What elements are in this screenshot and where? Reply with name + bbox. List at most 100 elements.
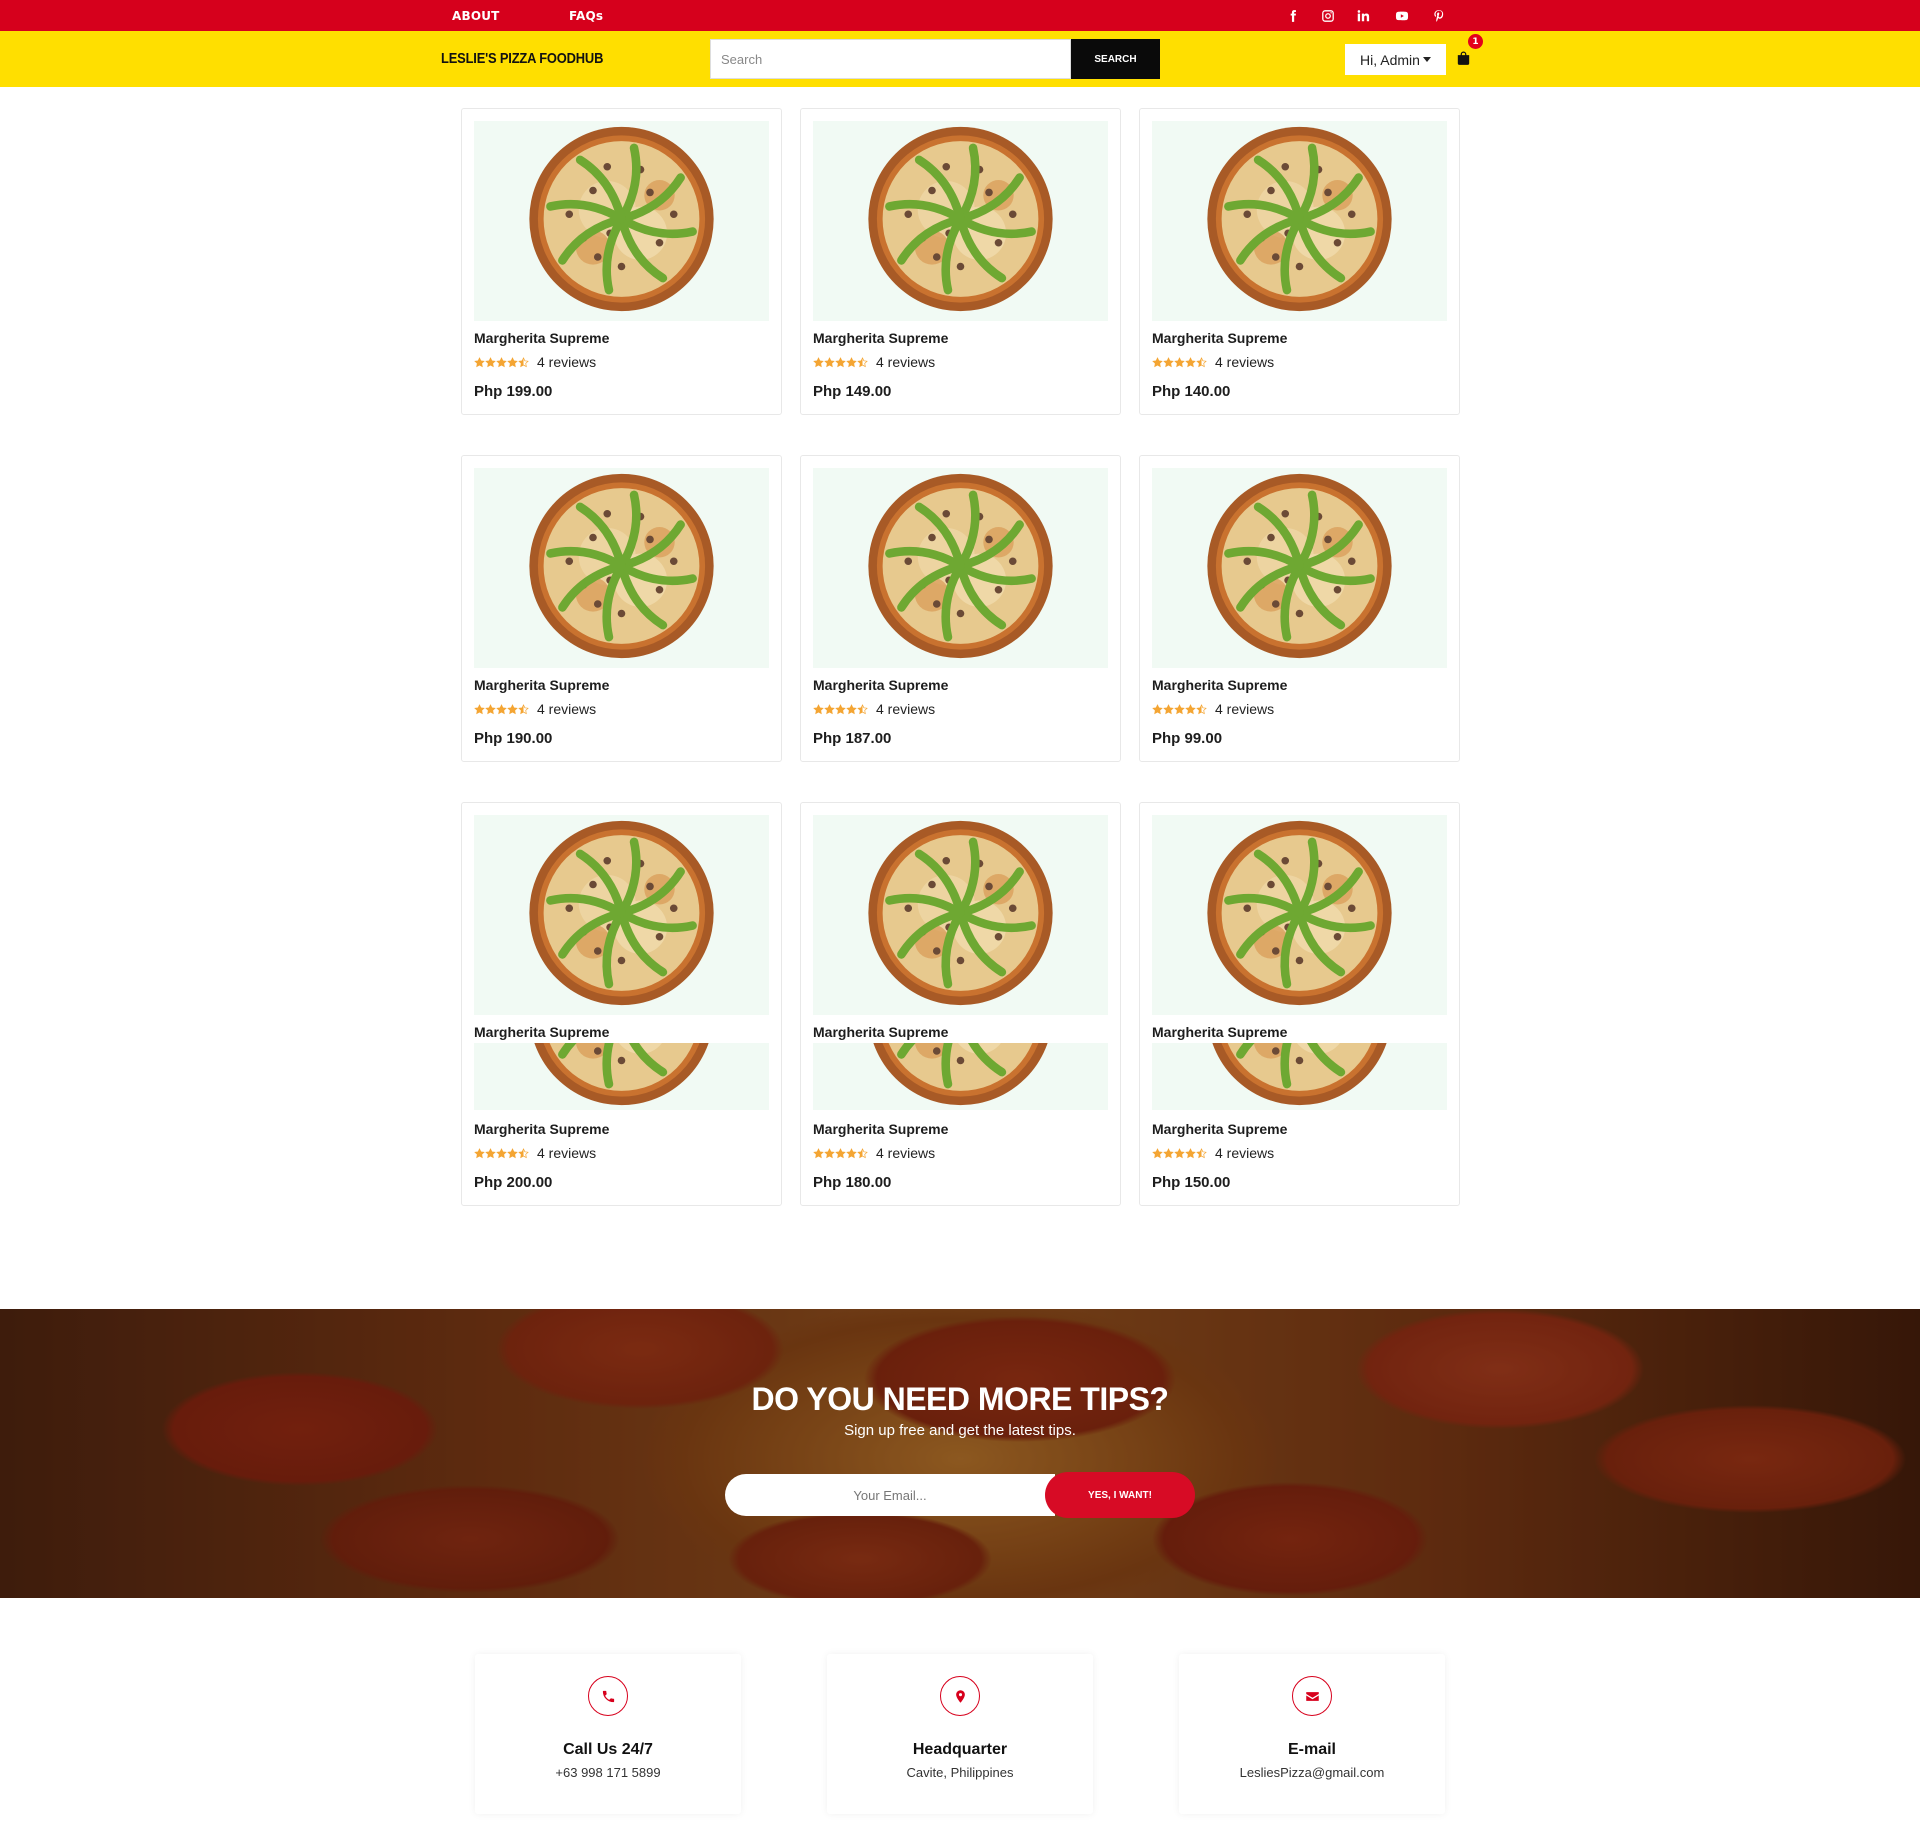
nav-about-link[interactable]: ABOUT bbox=[452, 9, 500, 23]
instagram-icon[interactable] bbox=[1319, 7, 1337, 25]
map-pin-icon bbox=[940, 1676, 980, 1716]
product-name[interactable]: Margherita Supreme bbox=[1152, 330, 1287, 346]
star-icon bbox=[1163, 703, 1174, 714]
contact-card-location: Headquarter Cavite, Philippines bbox=[827, 1654, 1093, 1814]
star-icon bbox=[857, 1147, 868, 1158]
product-image[interactable] bbox=[1152, 468, 1447, 668]
pizza-image bbox=[868, 820, 1053, 1006]
shopping-bag-icon[interactable] bbox=[1457, 50, 1473, 66]
star-icon bbox=[824, 703, 835, 714]
product-image[interactable] bbox=[813, 815, 1108, 1015]
product-image[interactable] bbox=[813, 121, 1108, 321]
product-name[interactable]: Margherita Supreme bbox=[474, 330, 609, 346]
product-name[interactable]: Margherita Supreme bbox=[813, 330, 948, 346]
linkedin-icon[interactable] bbox=[1354, 7, 1372, 25]
review-count: 4 reviews bbox=[537, 354, 597, 370]
rating-stars bbox=[474, 1147, 529, 1159]
cart-count-badge: 1 bbox=[1468, 34, 1483, 49]
nav-faqs-link[interactable]: FAQs bbox=[569, 9, 603, 23]
star-icon bbox=[813, 1147, 824, 1158]
product-card[interactable]: Margherita Supreme Margherita Supreme 4 … bbox=[800, 802, 1121, 1206]
newsletter-email-input[interactable] bbox=[725, 1474, 1055, 1516]
newsletter-submit-button[interactable]: YES, I WANT! bbox=[1045, 1472, 1195, 1518]
contact-title: Call Us 24/7 bbox=[563, 1741, 653, 1758]
search-button[interactable]: SEARCH bbox=[1071, 39, 1160, 79]
facebook-icon[interactable] bbox=[1284, 7, 1302, 25]
pizza-image bbox=[868, 473, 1053, 659]
product-name[interactable]: Margherita Supreme bbox=[1152, 677, 1287, 693]
product-name[interactable]: Margherita Supreme bbox=[474, 677, 609, 693]
product-image[interactable] bbox=[813, 468, 1108, 668]
main-header: LESLIE'S PIZZA FOODHUB SEARCH Hi, Admin … bbox=[0, 31, 1920, 87]
star-icon bbox=[1185, 1147, 1196, 1158]
rating-stars bbox=[1152, 1147, 1207, 1159]
product-price: Php 149.00 bbox=[813, 383, 892, 400]
product-image-strip bbox=[813, 1043, 1108, 1110]
product-price: Php 180.00 bbox=[813, 1174, 892, 1191]
pizza-image bbox=[1207, 126, 1392, 312]
pizza-image bbox=[1207, 820, 1392, 1006]
product-image[interactable] bbox=[1152, 121, 1447, 321]
pizza-image bbox=[873, 1043, 1048, 1106]
contact-title: E-mail bbox=[1287, 1741, 1336, 1758]
product-image[interactable] bbox=[474, 121, 769, 321]
product-name[interactable]: Margherita Supreme bbox=[474, 1024, 609, 1040]
product-rating: 4 reviews bbox=[474, 354, 596, 370]
top-bar: ABOUT FAQs bbox=[0, 0, 1920, 31]
pizza-image bbox=[1212, 1043, 1387, 1106]
product-card[interactable]: Margherita Supreme 4 reviews Php 99.00 bbox=[1139, 455, 1460, 762]
pinterest-icon[interactable] bbox=[1430, 7, 1448, 25]
product-card[interactable]: Margherita Supreme Margherita Supreme 4 … bbox=[461, 802, 782, 1206]
star-icon bbox=[1163, 1147, 1174, 1158]
product-card[interactable]: Margherita Supreme 4 reviews Php 190.00 bbox=[461, 455, 782, 762]
product-name[interactable]: Margherita Supreme bbox=[474, 1121, 609, 1137]
rating-stars bbox=[474, 703, 529, 715]
caret-down-icon bbox=[1422, 57, 1431, 62]
product-image[interactable] bbox=[1152, 815, 1447, 1015]
product-card[interactable]: Margherita Supreme 4 reviews Php 149.00 bbox=[800, 108, 1121, 415]
product-image[interactable] bbox=[474, 815, 769, 1015]
contact-title: Headquarter bbox=[912, 1741, 1008, 1758]
product-image[interactable] bbox=[474, 468, 769, 668]
star-icon bbox=[857, 703, 868, 714]
star-icon bbox=[474, 356, 485, 367]
product-name[interactable]: Margherita Supreme bbox=[813, 677, 948, 693]
pizza-image bbox=[529, 473, 714, 659]
star-icon bbox=[1174, 1147, 1185, 1158]
rating-stars bbox=[813, 356, 868, 368]
star-icon bbox=[1174, 356, 1185, 367]
pizza-image bbox=[534, 1043, 709, 1106]
product-name[interactable]: Margherita Supreme bbox=[813, 1024, 948, 1040]
contact-value: Cavite, Philippines bbox=[906, 1765, 1014, 1780]
search-input[interactable] bbox=[710, 39, 1071, 79]
product-price: Php 150.00 bbox=[1152, 1174, 1231, 1191]
product-image-strip bbox=[1152, 1043, 1447, 1110]
product-name[interactable]: Margherita Supreme bbox=[1152, 1024, 1287, 1040]
star-icon bbox=[518, 356, 529, 367]
star-icon bbox=[1185, 356, 1196, 367]
star-icon bbox=[507, 1147, 518, 1158]
review-count: 4 reviews bbox=[876, 354, 936, 370]
product-card[interactable]: Margherita Supreme 4 reviews Php 187.00 bbox=[800, 455, 1121, 762]
pizza-image bbox=[529, 820, 714, 1006]
newsletter-section: DO YOU NEED MORE TIPS? Sign up free and … bbox=[0, 1309, 1920, 1598]
envelope-icon bbox=[1292, 1676, 1332, 1716]
star-icon bbox=[1152, 703, 1163, 714]
product-card[interactable]: Margherita Supreme Margherita Supreme 4 … bbox=[1139, 802, 1460, 1206]
site-logo[interactable]: LESLIE'S PIZZA FOODHUB bbox=[441, 50, 603, 67]
review-count: 4 reviews bbox=[1215, 1145, 1275, 1161]
product-card[interactable]: Margherita Supreme 4 reviews Php 140.00 bbox=[1139, 108, 1460, 415]
product-card[interactable]: Margherita Supreme 4 reviews Php 199.00 bbox=[461, 108, 782, 415]
product-price: Php 99.00 bbox=[1152, 730, 1223, 747]
star-icon bbox=[485, 356, 496, 367]
review-count: 4 reviews bbox=[537, 1145, 597, 1161]
star-icon bbox=[518, 703, 529, 714]
review-count: 4 reviews bbox=[876, 1145, 936, 1161]
product-name[interactable]: Margherita Supreme bbox=[1152, 1121, 1287, 1137]
star-icon bbox=[1163, 356, 1174, 367]
user-menu-button[interactable]: Hi, Admin bbox=[1345, 44, 1446, 75]
star-icon bbox=[1196, 703, 1207, 714]
star-icon bbox=[496, 703, 507, 714]
youtube-icon[interactable] bbox=[1393, 7, 1411, 25]
product-name[interactable]: Margherita Supreme bbox=[813, 1121, 948, 1137]
